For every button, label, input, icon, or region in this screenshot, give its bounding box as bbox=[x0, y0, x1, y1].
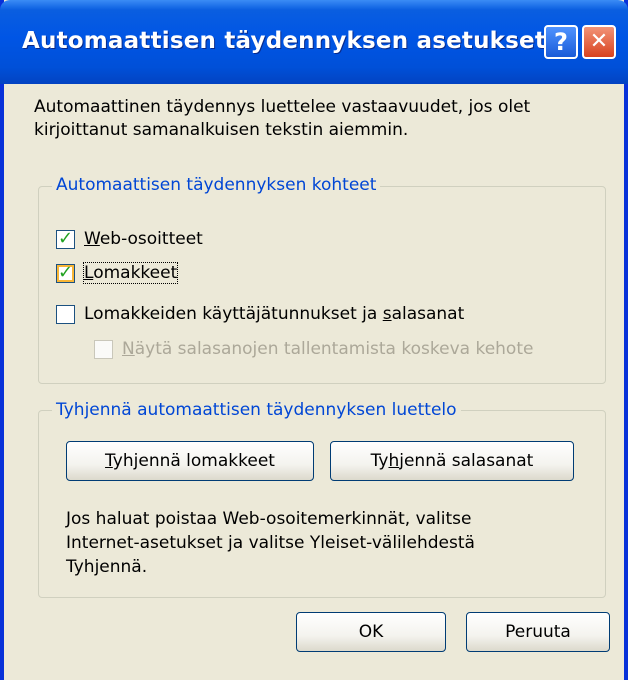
web-addresses-label-rest: eb-osoitteet bbox=[99, 229, 203, 249]
title-bar[interactable]: Automaattisen täydennyksen asetukset ? ✕ bbox=[0, 0, 628, 84]
checkmark-icon: ✓ bbox=[58, 262, 74, 283]
intro-line-2: kirjoittanut samanalkuisen tekstin aiemm… bbox=[34, 120, 409, 140]
web-addresses-label[interactable]: Web-osoitteet bbox=[84, 229, 203, 249]
intro-line-1: Automaattinen täydennys luettelee vastaa… bbox=[34, 97, 531, 117]
credentials-label-start: Lomakkeiden käyttäjätunnukset ja bbox=[84, 304, 383, 324]
cancel-button[interactable]: Peruuta bbox=[466, 612, 610, 652]
clear-passwords-button[interactable]: Tyhjennä salasanat bbox=[330, 441, 574, 481]
web-addresses-checkbox[interactable]: ✓ bbox=[56, 228, 75, 249]
help-icon: ? bbox=[554, 28, 568, 56]
credentials-access-key: s bbox=[382, 304, 392, 324]
info-line-2: Internet-asetukset ja valitse Yleiset-vä… bbox=[66, 533, 475, 553]
credentials-label-end: alasanat bbox=[391, 304, 465, 324]
close-button[interactable]: ✕ bbox=[582, 25, 616, 59]
info-line-1: Jos haluat poistaa Web-osoitemerkinnät, … bbox=[66, 509, 472, 529]
prompt-save-access-key: N bbox=[122, 339, 135, 359]
clear-passwords-access-key: h bbox=[388, 451, 400, 471]
clear-forms-access-key: T bbox=[105, 451, 113, 471]
web-addresses-access-key: W bbox=[84, 229, 100, 249]
credentials-checkbox[interactable] bbox=[56, 305, 75, 324]
window-title: Automaattisen täydennyksen asetukset bbox=[22, 28, 547, 54]
prompt-save-label-rest: äytä salasanojen tallentamista koskeva k… bbox=[134, 339, 534, 359]
close-icon: ✕ bbox=[589, 29, 609, 54]
info-line-3: Tyhjennä. bbox=[66, 557, 148, 577]
clear-passwords-label-start: Ty bbox=[370, 451, 389, 471]
prompt-save-checkbox[interactable] bbox=[94, 340, 113, 359]
clear-forms-label: yhjennä lomakkeet bbox=[112, 451, 275, 471]
forms-label-rest: omakkeet bbox=[93, 263, 178, 283]
clear-passwords-label-end: jennä salasanat bbox=[399, 451, 534, 471]
forms-access-key: L bbox=[84, 263, 94, 283]
forms-checkbox[interactable]: ✓ bbox=[56, 262, 75, 283]
prompt-save-label[interactable]: Näytä salasanojen tallentamista koskeva … bbox=[122, 339, 533, 359]
ok-button[interactable]: OK bbox=[296, 612, 446, 652]
checkmark-icon: ✓ bbox=[58, 228, 74, 249]
credentials-label[interactable]: Lomakkeiden käyttäjätunnukset ja salasan… bbox=[84, 304, 464, 324]
help-button[interactable]: ? bbox=[544, 25, 578, 59]
clear-forms-button[interactable]: Tyhjennä lomakkeet bbox=[66, 441, 314, 481]
clear-legend: Tyhjennä automaattisen täydennyksen luet… bbox=[52, 400, 461, 420]
dialog-window: Automaattisen täydennyksen asetukset ? ✕… bbox=[0, 0, 628, 680]
forms-label[interactable]: Lomakkeet bbox=[82, 262, 179, 284]
targets-legend: Automaattisen täydennyksen kohteet bbox=[52, 175, 381, 195]
